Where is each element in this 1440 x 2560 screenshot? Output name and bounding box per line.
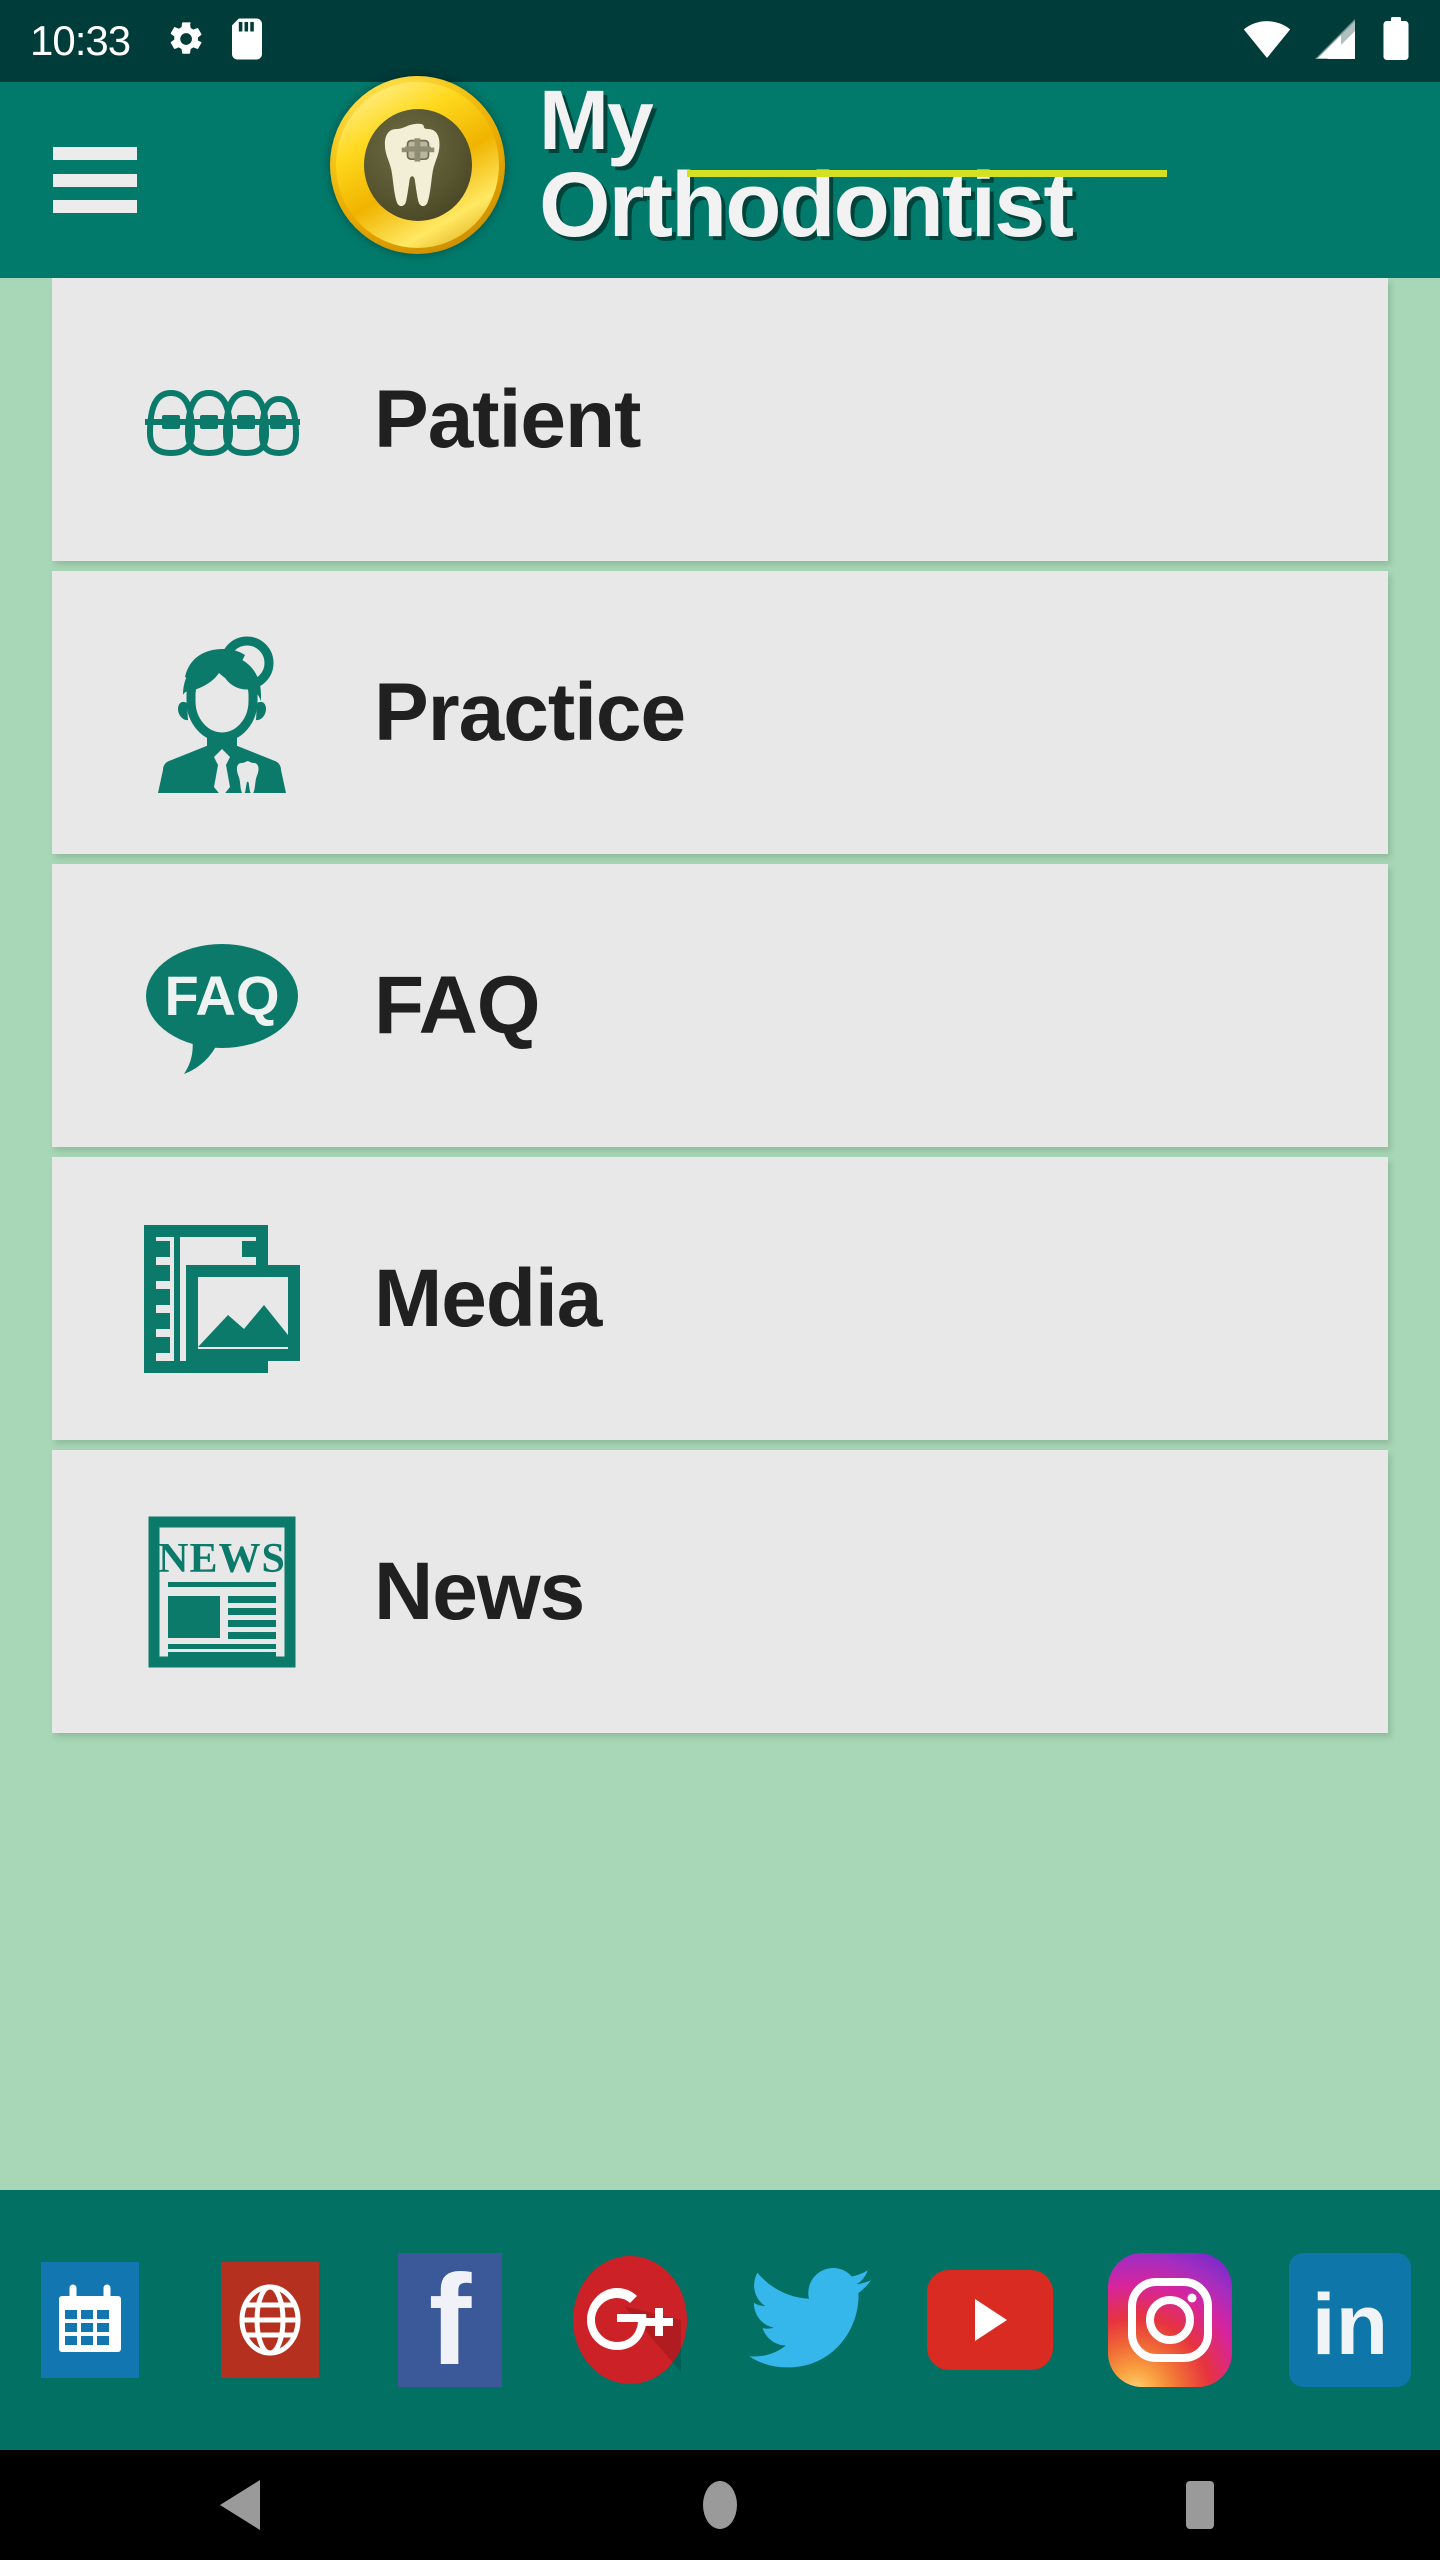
menu-item-patient[interactable]: Patient — [52, 278, 1388, 561]
status-left-icons — [166, 18, 263, 65]
tooth-with-braces-badge-logo — [330, 76, 505, 254]
status-bar: 10:33 — [0, 0, 1440, 82]
menu-item-label: Patient — [374, 373, 641, 465]
menu-item-label: Media — [374, 1252, 602, 1344]
recents-square-icon[interactable] — [1120, 2479, 1280, 2531]
social-links-bar: f in — [0, 2190, 1440, 2450]
braces-teeth-icon — [132, 377, 312, 463]
facebook-glyph: f — [429, 2260, 472, 2380]
newspaper-icon: NEWS — [132, 1516, 312, 1668]
menu-item-label: Practice — [374, 666, 686, 758]
menu-item-faq[interactable]: FAQ FAQ — [52, 864, 1388, 1147]
faq-speech-bubble-icon: FAQ — [132, 936, 312, 1076]
social-link-twitter[interactable] — [720, 2268, 900, 2372]
app-screen: 10:33 My Orthodontist Patient Practice F… — [0, 0, 1440, 2560]
battery-icon — [1382, 16, 1410, 66]
brand-line-my: My — [539, 73, 654, 168]
app-header: My Orthodontist — [0, 76, 1440, 278]
hamburger-bar-3 — [53, 200, 137, 213]
settings-gear-icon — [166, 19, 206, 64]
hamburger-menu-icon[interactable] — [53, 147, 137, 213]
social-link-linkedin[interactable]: in — [1260, 2253, 1440, 2387]
calendar-icon — [41, 2262, 139, 2378]
twitter-bird-icon — [749, 2268, 871, 2372]
android-nav-bar — [0, 2450, 1440, 2560]
menu-item-label: FAQ — [374, 959, 541, 1051]
social-link-googleplus[interactable] — [540, 2254, 720, 2386]
film-photo-icon — [132, 1219, 312, 1379]
menu-item-practice[interactable]: Practice — [52, 571, 1388, 854]
youtube-icon — [927, 2270, 1053, 2370]
tooth-braces-glyph — [384, 123, 439, 207]
status-right-icons — [1242, 16, 1410, 66]
facebook-icon: f — [398, 2253, 502, 2387]
brand-lockup[interactable]: My Orthodontist — [330, 73, 1167, 254]
social-link-calendar[interactable] — [0, 2262, 180, 2378]
globe-icon — [221, 2262, 319, 2378]
menu-item-news[interactable]: NEWS News — [52, 1450, 1388, 1733]
logo-inner-disc — [363, 109, 472, 221]
brand-text: My Orthodontist — [539, 73, 1167, 251]
social-link-instagram[interactable] — [1080, 2253, 1260, 2387]
social-link-facebook[interactable]: f — [360, 2253, 540, 2387]
hamburger-bar-1 — [53, 147, 137, 160]
social-link-website[interactable] — [180, 2262, 360, 2378]
google-plus-icon — [569, 2254, 691, 2386]
social-link-youtube[interactable] — [900, 2270, 1080, 2370]
back-triangle-icon[interactable] — [160, 2478, 320, 2532]
menu-item-media[interactable]: Media — [52, 1157, 1388, 1440]
cellular-signal-icon — [1314, 18, 1360, 64]
wifi-icon — [1242, 19, 1292, 64]
linkedin-icon: in — [1289, 2253, 1411, 2387]
hamburger-bar-2 — [53, 173, 137, 187]
brand-underline-rule — [687, 170, 1167, 178]
status-clock: 10:33 — [30, 17, 131, 64]
faq-icon-text: FAQ — [164, 964, 279, 1027]
dentist-person-icon — [132, 633, 312, 793]
home-circle-icon[interactable] — [640, 2478, 800, 2532]
sd-card-icon — [232, 18, 263, 65]
linkedin-glyph: in — [1312, 2277, 1388, 2372]
newspaper-masthead-text: NEWS — [158, 1536, 286, 1582]
instagram-icon — [1108, 2253, 1232, 2387]
main-menu-list: Patient Practice FAQ FAQ Media NEWS News — [0, 278, 1440, 1743]
menu-item-label: News — [374, 1545, 585, 1637]
